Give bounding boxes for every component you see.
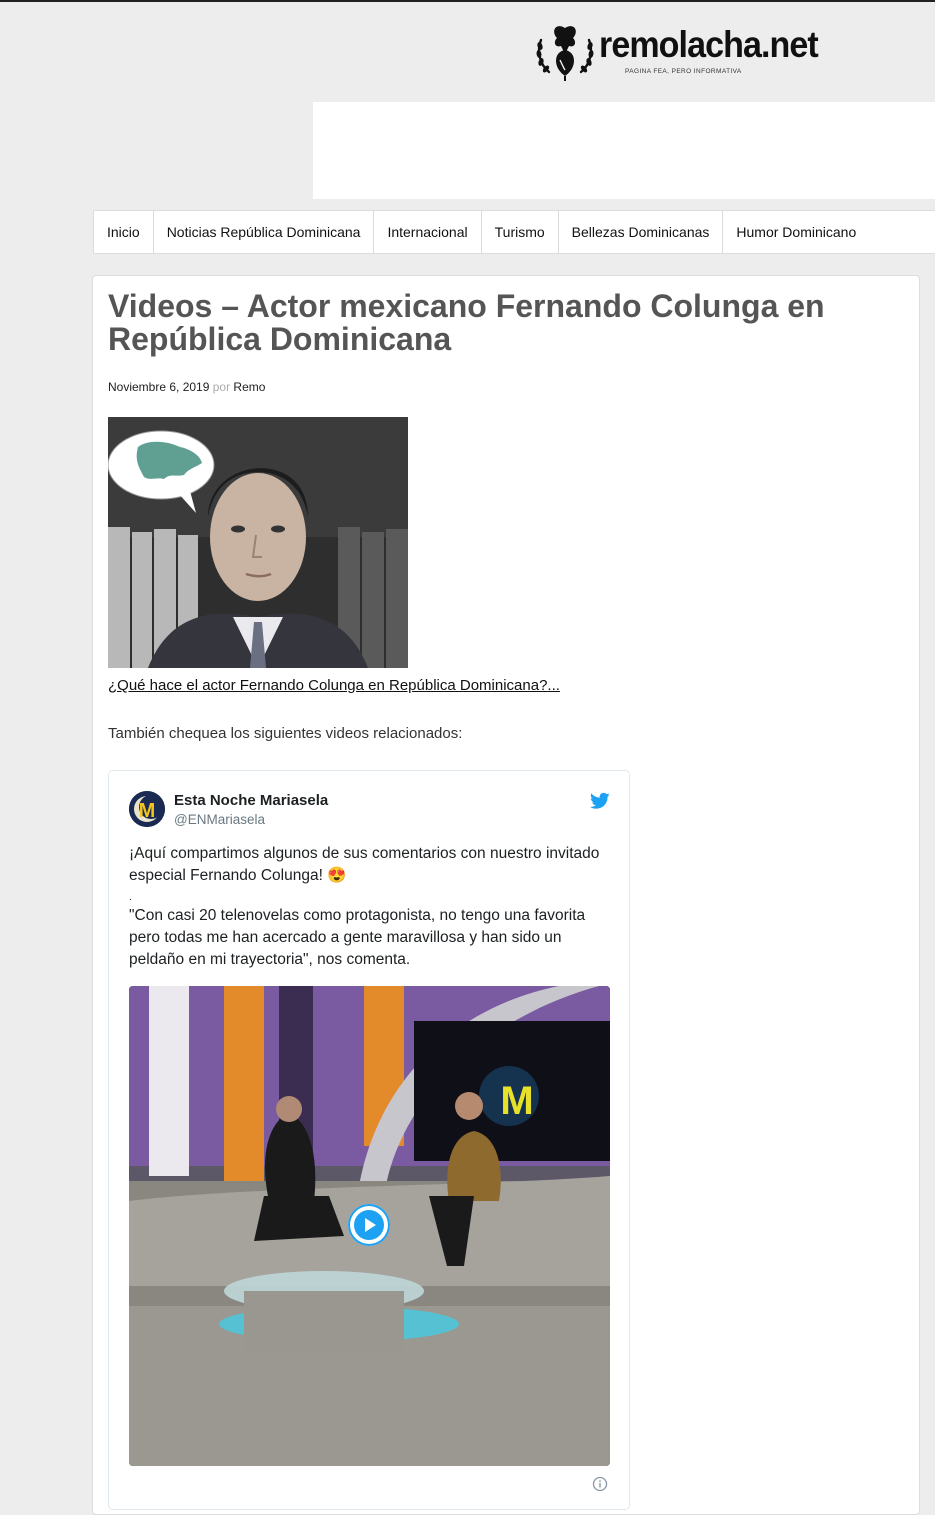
beet-emblem-icon [536, 26, 594, 81]
nav-item-inicio[interactable]: Inicio [94, 211, 154, 253]
video-play-button[interactable] [348, 1204, 390, 1246]
article-author[interactable]: Remo [233, 380, 265, 394]
nav-item-bellezas[interactable]: Bellezas Dominicanas [559, 211, 724, 253]
article-date: Noviembre 6, 2019 [108, 380, 210, 394]
tweet-video[interactable]: M [129, 986, 610, 1466]
article-card: Videos – Actor mexicano Fernando Colunga… [92, 275, 920, 1515]
play-icon [354, 1210, 384, 1240]
ad-banner [313, 102, 935, 199]
tweet-avatar[interactable]: M [129, 791, 165, 827]
site-logo[interactable]: remolacha.net PAGINA FEA, PERO INFORMATI… [533, 20, 833, 82]
related-videos-intro: También chequea los siguientes videos re… [108, 725, 463, 742]
tweet-separator: . [129, 892, 132, 903]
nav-item-turismo[interactable]: Turismo [482, 211, 559, 253]
nav-item-humor[interactable]: Humor Dominicano [723, 211, 869, 253]
tweet-line-1: ¡Aquí compartimos algunos de sus comenta… [129, 845, 600, 884]
featured-image-illustration [108, 417, 408, 668]
tweet-author-name[interactable]: Esta Noche Mariasela [174, 792, 328, 809]
tweet-text: ¡Aquí compartimos algunos de sus comenta… [129, 843, 609, 971]
nav-item-internacional[interactable]: Internacional [374, 211, 482, 253]
byline-label: por [212, 380, 231, 394]
nav-item-noticias[interactable]: Noticias República Dominicana [154, 211, 375, 253]
avatar-letter: M [139, 800, 156, 822]
svg-text:M: M [500, 1079, 533, 1123]
featured-image-link[interactable]: ¿Qué hace el actor Fernando Colunga en R… [108, 677, 560, 694]
featured-image[interactable] [108, 417, 408, 668]
article-meta: Noviembre 6, 2019 por Remo [108, 380, 265, 394]
article-title: Videos – Actor mexicano Fernando Colunga… [108, 288, 825, 357]
logo-text: remolacha.net [599, 24, 819, 65]
mariasela-logo-icon: M [129, 791, 165, 827]
tweet-line-2: "Con casi 20 telenovelas como protagonis… [129, 907, 586, 968]
main-nav: Inicio Noticias República Dominicana Int… [93, 210, 935, 254]
info-icon[interactable] [592, 1476, 608, 1492]
embedded-tweet[interactable]: M Esta Noche Mariasela @ENMariasela ¡Aqu… [108, 770, 630, 1510]
logo-tagline: PAGINA FEA, PERO INFORMATIVA [625, 68, 742, 75]
tweet-author-handle[interactable]: @ENMariasela [174, 812, 265, 827]
twitter-bird-icon[interactable] [590, 792, 610, 810]
